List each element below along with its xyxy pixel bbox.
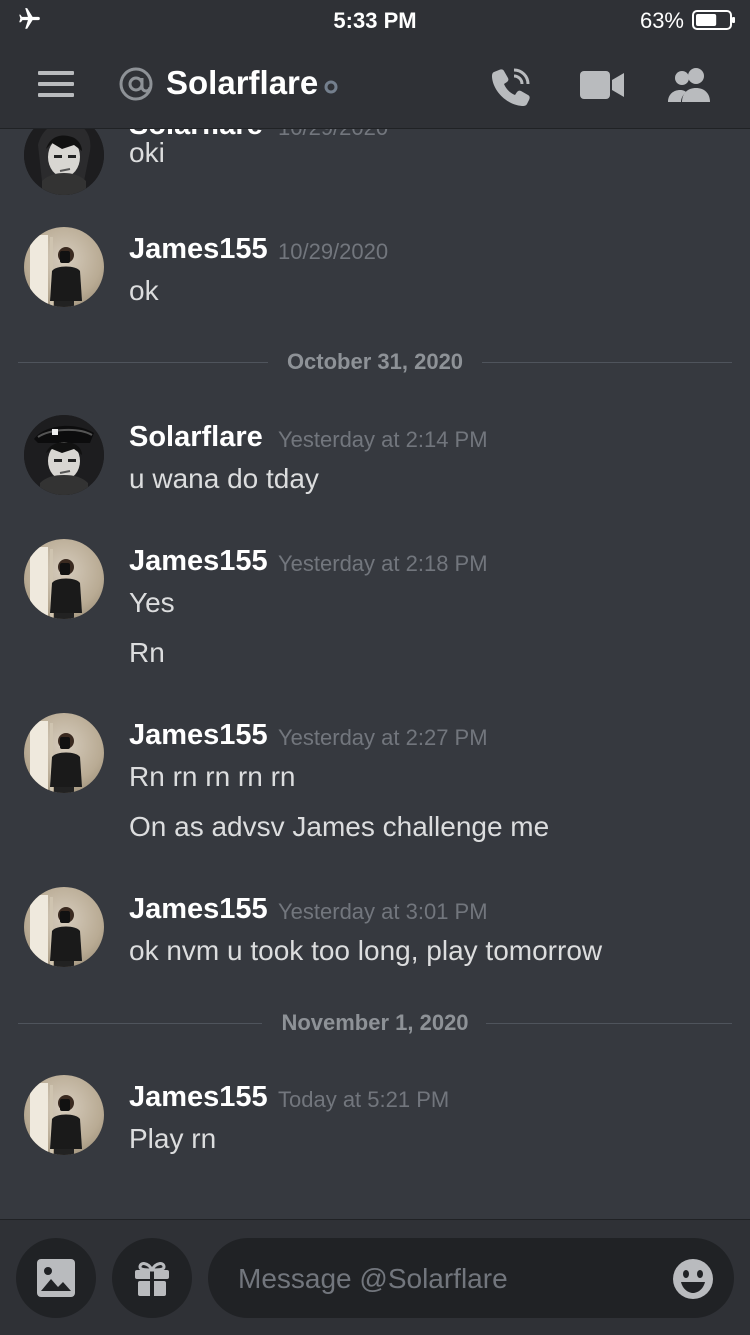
video-icon[interactable] <box>580 68 624 102</box>
avatar[interactable] <box>24 1075 104 1155</box>
message-timestamp: Yesterday at 3:01 PM <box>278 899 488 924</box>
message-text: u wana do tday <box>129 463 319 494</box>
message-list[interactable]: Solarflare 10/29/2020 oki James155 10/29… <box>0 129 750 1219</box>
message-timestamp: 10/29/2020 <box>278 129 388 141</box>
message-timestamp: Today at 5:21 PM <box>278 1087 450 1112</box>
menu-icon[interactable] <box>38 70 74 98</box>
message-author[interactable]: Solarflare <box>129 421 263 454</box>
call-icon[interactable] <box>490 64 534 108</box>
message-text: Rn rn rn rn rn <box>129 761 296 792</box>
message-input[interactable] <box>236 1238 660 1320</box>
avatar[interactable] <box>24 887 104 967</box>
battery-icon <box>692 10 735 30</box>
date-divider: November 1, 2020 <box>18 1010 732 1035</box>
status-dot-icon <box>324 80 338 94</box>
gift-button[interactable] <box>112 1238 192 1318</box>
avatar[interactable] <box>24 227 104 307</box>
message-timestamp: 10/29/2020 <box>278 239 389 264</box>
status-bar: 5:33 PM 63% <box>0 0 750 40</box>
status-time: 5:33 PM <box>333 8 417 33</box>
divider-label: October 31, 2020 <box>286 349 464 374</box>
gift-icon <box>135 1262 169 1296</box>
avatar[interactable] <box>24 539 104 619</box>
battery-percent: 63% <box>639 8 684 33</box>
message-text: ok <box>129 275 159 306</box>
message-text: ok nvm u took too long, play tomorrow <box>129 935 603 966</box>
message-timestamp: Yesterday at 2:18 PM <box>278 551 488 576</box>
message-composer <box>0 1219 750 1335</box>
at-icon <box>119 67 153 101</box>
message-timestamp: Yesterday at 2:27 PM <box>278 725 488 750</box>
members-icon[interactable] <box>666 66 714 104</box>
message-text: On as advsv James challenge me <box>129 811 550 842</box>
message-input-container[interactable] <box>208 1238 734 1320</box>
divider-label: November 1, 2020 <box>281 1010 469 1035</box>
emoji-icon[interactable] <box>672 1258 714 1300</box>
upload-image-button[interactable] <box>16 1238 96 1318</box>
message-text: oki <box>129 137 165 168</box>
message-text: Rn <box>129 637 165 668</box>
channel-title[interactable]: Solarflare <box>166 64 318 102</box>
message-text: Yes <box>129 587 175 618</box>
avatar[interactable] <box>24 415 104 495</box>
avatar[interactable] <box>24 713 104 793</box>
image-icon <box>37 1259 75 1297</box>
date-divider: October 31, 2020 <box>18 349 732 374</box>
message-author[interactable]: James155 <box>129 1081 268 1114</box>
message-author[interactable]: James155 <box>129 545 268 578</box>
channel-header: Solarflare <box>0 40 750 129</box>
message-text: Play rn <box>129 1123 217 1154</box>
message-author[interactable]: James155 <box>129 233 268 266</box>
message-timestamp: Yesterday at 2:14 PM <box>278 427 488 452</box>
message-author[interactable]: James155 <box>129 719 268 752</box>
message-author[interactable]: James155 <box>129 893 268 926</box>
avatar[interactable] <box>24 129 104 195</box>
